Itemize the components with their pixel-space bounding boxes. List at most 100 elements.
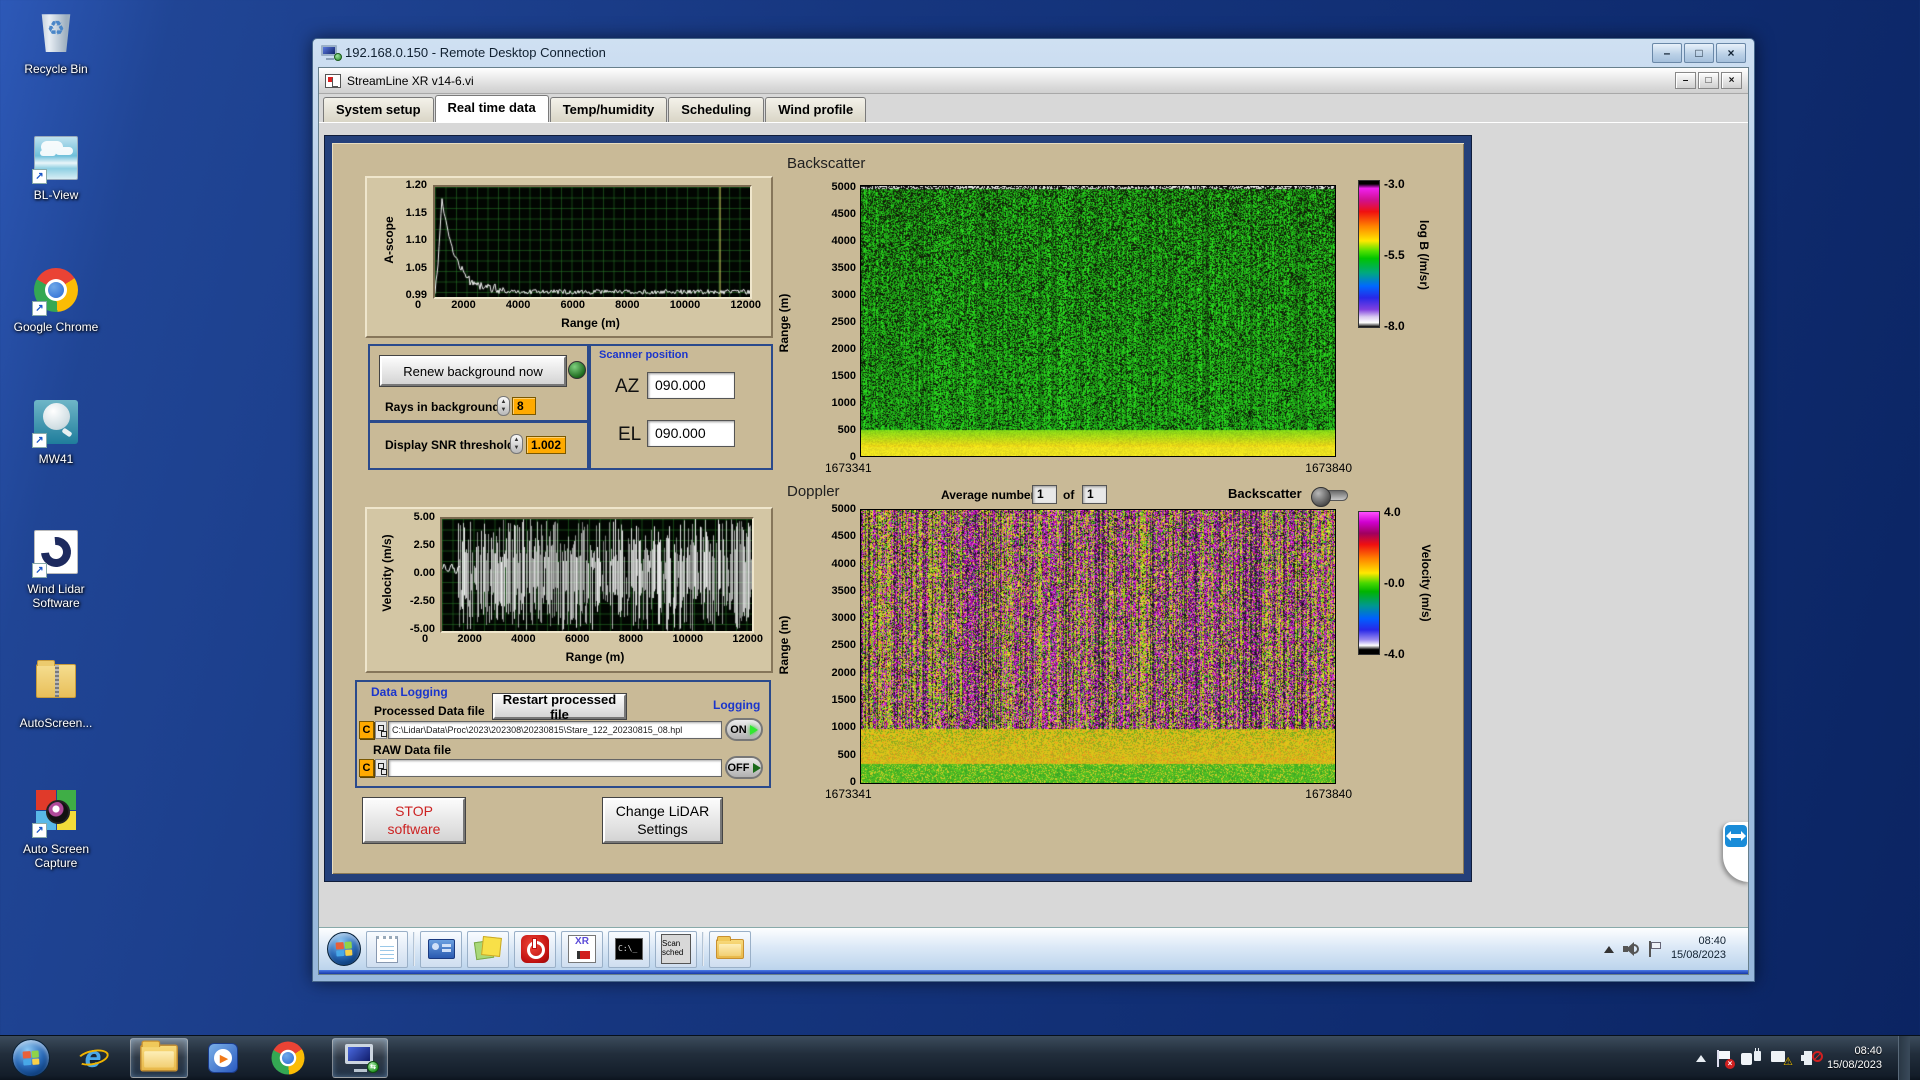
tick-label: 5000: [804, 180, 856, 194]
tab-scheduling[interactable]: Scheduling: [668, 97, 764, 122]
desktop-icon-label: Wind Lidar Software: [8, 582, 104, 611]
backscatter-colorbar-ticks: -3.0 -5.5 -8.0: [1384, 177, 1405, 333]
processed-logging-on-button[interactable]: ON: [725, 718, 763, 741]
tick-label: 6000: [560, 299, 584, 311]
remote-taskbar-display-settings[interactable]: [420, 931, 462, 968]
processed-browse-icon[interactable]: [375, 721, 387, 739]
az-field[interactable]: 090.000: [647, 372, 735, 399]
velocity-x-ticks: 0 2000 4000 6000 8000 10000 12000: [422, 633, 763, 645]
shortcut-arrow-icon: ↗: [32, 301, 47, 316]
rdp-titlebar[interactable]: 192.168.0.150 - Remote Desktop Connectio…: [313, 39, 1754, 66]
ascope-plot[interactable]: [433, 185, 752, 299]
display-settings-icon: [428, 939, 455, 959]
remote-tray: 08:40 15/08/2023: [1604, 935, 1740, 963]
speaker-muted-icon[interactable]: [1801, 1051, 1817, 1065]
network-warning-icon[interactable]: ⚠: [1771, 1050, 1791, 1066]
backscatter-x-range: 1673341 1673840: [825, 461, 1352, 475]
ascope-x-axis-label: Range (m): [433, 316, 748, 330]
change-lidar-settings-button[interactable]: Change LiDAR Settings: [603, 798, 722, 843]
average-of-field[interactable]: 1: [1082, 485, 1107, 504]
off-arrow-icon: [753, 763, 761, 773]
remote-taskbar-sticky-notes[interactable]: [467, 931, 509, 968]
desktop-icon-auto-screen-capture[interactable]: ↗ Auto Screen Capture: [8, 786, 104, 871]
raw-path-field[interactable]: [388, 759, 722, 777]
backscatter-toggle[interactable]: [1312, 490, 1348, 501]
rdp-maximize-button[interactable]: □: [1684, 43, 1714, 63]
desktop-icon-bl-view[interactable]: ↗ BL-View: [8, 134, 104, 202]
remote-taskbar-scan-sched[interactable]: Scan sched: [655, 931, 697, 968]
tick-label: 0.00: [381, 566, 435, 580]
backscatter-x-start: 1673341: [825, 461, 872, 475]
shortcut-arrow-icon: ↗: [32, 433, 47, 448]
app-titlebar[interactable]: StreamLine XR v14-6.vi – □ ×: [319, 68, 1748, 94]
rays-spinner[interactable]: ▲ ▼: [497, 396, 510, 416]
app-minimize-button[interactable]: –: [1675, 72, 1696, 89]
desktop-icon-autoscreen-zip[interactable]: AutoScreen...: [8, 658, 104, 730]
tab-real-time-data[interactable]: Real time data: [435, 95, 549, 122]
snr-value[interactable]: 1.002: [526, 436, 566, 454]
taskbar-windows-explorer[interactable]: [130, 1038, 188, 1078]
renew-background-button[interactable]: Renew background now: [380, 356, 566, 386]
remote-start-button[interactable]: [327, 932, 361, 966]
desktop-icon-mw41[interactable]: ↗ MW41: [8, 398, 104, 466]
remote-taskbar-explorer[interactable]: [709, 931, 751, 968]
processed-drive-letter[interactable]: C: [359, 721, 374, 739]
rays-value[interactable]: 8: [512, 397, 536, 415]
app-restore-button[interactable]: □: [1698, 72, 1719, 89]
velocity-plot[interactable]: [440, 517, 754, 633]
average-number-field[interactable]: 1: [1032, 485, 1057, 504]
tick-label: -5.5: [1384, 248, 1405, 262]
taskbar-clock[interactable]: 08:40 15/08/2023: [1827, 1044, 1882, 1073]
taskbar-remote-desktop[interactable]: ⇆: [332, 1038, 388, 1078]
remote-taskbar-xr-app[interactable]: XR: [561, 931, 603, 968]
action-center-icon[interactable]: ×: [1716, 1050, 1731, 1067]
backscatter-title: Backscatter: [787, 155, 865, 172]
logging-label: Logging: [713, 698, 760, 712]
desktop-icon-wind-lidar[interactable]: ↗ Wind Lidar Software: [8, 528, 104, 611]
backscatter-heatmap[interactable]: [860, 185, 1336, 457]
tab-wind-profile[interactable]: Wind profile: [765, 97, 866, 122]
taskbar-internet-explorer[interactable]: e: [70, 1038, 116, 1078]
raw-browse-icon[interactable]: [375, 759, 387, 777]
vi-file-icon: [325, 74, 341, 88]
desktop-icon-label: AutoScreen...: [8, 716, 104, 730]
remote-taskbar-cmd[interactable]: C:\_: [608, 931, 650, 968]
remote-taskbar-notepad[interactable]: [366, 931, 408, 968]
tick-label: 3000: [804, 611, 856, 625]
doppler-y-axis-label: Range (m): [777, 616, 791, 675]
doppler-heatmap[interactable]: [860, 509, 1336, 784]
taskbar-media-player[interactable]: ▶: [202, 1038, 244, 1078]
app-window: StreamLine XR v14-6.vi – □ × System setu…: [318, 67, 1749, 975]
xr-app-icon: XR: [568, 935, 596, 963]
az-label: AZ: [615, 376, 639, 398]
restart-processed-file-button[interactable]: Restart processed file: [493, 694, 626, 719]
desktop-icon-chrome[interactable]: ↗ Google Chrome: [8, 266, 104, 334]
el-field[interactable]: 090.000: [647, 420, 735, 447]
desktop-icon-recycle-bin[interactable]: ♻ Recycle Bin: [8, 8, 104, 76]
snr-spinner[interactable]: ▲ ▼: [510, 434, 523, 454]
remote-speaker-icon[interactable]: [1623, 942, 1639, 956]
raw-drive-letter[interactable]: C: [359, 759, 374, 777]
tab-system-setup[interactable]: System setup: [323, 97, 434, 122]
processed-path-field[interactable]: C:\Lidar\Data\Proc\2023\202308\20230815\…: [388, 721, 722, 739]
remote-tray-expand-icon[interactable]: [1604, 946, 1614, 953]
tray-expand-icon[interactable]: [1696, 1055, 1706, 1062]
rdp-close-button[interactable]: ×: [1716, 43, 1746, 63]
tab-temp-humidity[interactable]: Temp/humidity: [550, 97, 667, 122]
start-button[interactable]: [6, 1038, 56, 1078]
taskbar-chrome[interactable]: [258, 1038, 318, 1078]
tick-label: 0: [422, 633, 428, 645]
remote-clock[interactable]: 08:40 15/08/2023: [1671, 935, 1726, 963]
stop-software-button[interactable]: STOP software: [363, 798, 465, 843]
ascope-group: A-scope 1.20 1.15 1.10 1.05 0.99 0 2000 4000 60…: [365, 176, 773, 338]
power-plug-icon[interactable]: [1741, 1051, 1761, 1065]
raw-logging-off-button[interactable]: OFF: [725, 756, 763, 779]
app-close-button[interactable]: ×: [1721, 72, 1742, 89]
remote-action-center-icon[interactable]: [1648, 941, 1662, 957]
remote-taskbar-power[interactable]: [514, 931, 556, 968]
rdp-minimize-button[interactable]: –: [1652, 43, 1682, 63]
show-desktop-button[interactable]: [1898, 1036, 1910, 1080]
tick-label: 4000: [506, 299, 530, 311]
tick-label: 1.05: [375, 261, 427, 275]
teamviewer-icon: [1725, 825, 1747, 847]
